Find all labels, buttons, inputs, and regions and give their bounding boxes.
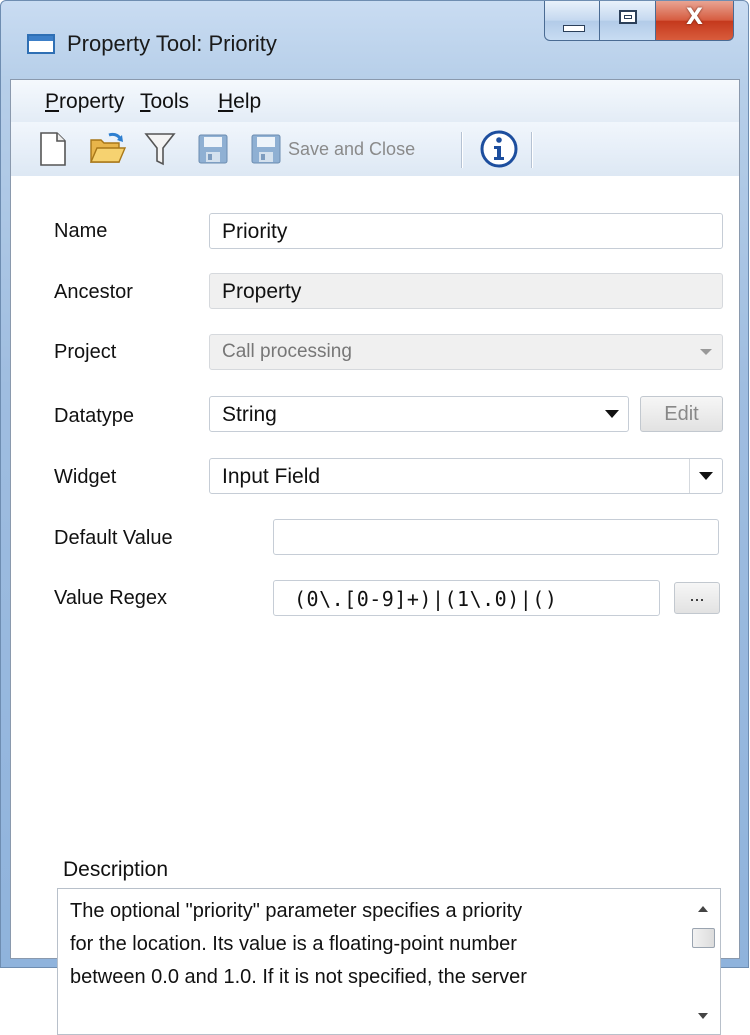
close-icon: X: [686, 5, 703, 30]
save-button[interactable]: [198, 130, 228, 168]
widget-dropdown-arrow-icon[interactable]: [689, 459, 722, 493]
default-value-label: Default Value: [54, 527, 173, 549]
minimize-icon: [563, 25, 585, 32]
datatype-combobox[interactable]: String: [209, 396, 629, 432]
toolbar: Save and Close: [11, 122, 739, 177]
ancestor-label: Ancestor: [54, 281, 133, 303]
project-label: Project: [54, 341, 117, 363]
description-label: Description: [63, 858, 169, 881]
save-icon: [198, 134, 228, 164]
name-label: Name: [54, 220, 108, 242]
project-combobox: Call processing: [209, 334, 723, 370]
new-button[interactable]: [39, 130, 67, 168]
menu-bar: Property Tools Help: [11, 80, 739, 122]
scroll-down-arrow-icon[interactable]: [698, 1013, 708, 1019]
project-value: Call processing: [222, 341, 352, 362]
property-form: Name Priority Ancestor Property Project …: [11, 176, 739, 1035]
menu-property[interactable]: Property: [45, 90, 124, 114]
maximize-icon: [619, 10, 637, 24]
menu-help[interactable]: Help: [218, 90, 261, 114]
save-and-close-label: Save and Close: [288, 138, 416, 159]
title-bar[interactable]: Property Tool: Priority X: [1, 1, 748, 79]
property-tool-window: Property Tool: Priority X Property Tools…: [0, 0, 749, 1035]
open-button[interactable]: [89, 130, 127, 168]
scroll-up-arrow-icon[interactable]: [698, 906, 708, 912]
widget-combobox[interactable]: Input Field: [209, 458, 723, 494]
scroll-thumb[interactable]: [692, 928, 715, 948]
toolbar-separator: [531, 132, 533, 168]
widget-label: Widget: [54, 466, 117, 488]
filter-button[interactable]: [144, 130, 176, 168]
minimize-button[interactable]: [544, 1, 600, 41]
window-controls: X: [544, 1, 734, 43]
open-folder-icon: [89, 132, 127, 163]
window-client: Property Tools Help Save and Close Name …: [10, 79, 740, 1035]
save-close-icon: [251, 134, 281, 164]
new-document-icon: [40, 132, 66, 166]
datatype-dropdown-arrow-icon[interactable]: [596, 397, 628, 431]
window-title: Property Tool: Priority: [67, 31, 277, 56]
datatype-label: Datatype: [54, 405, 135, 427]
description-textarea[interactable]: The optional "priority" parameter specif…: [57, 888, 721, 1035]
value-regex-label: Value Regex: [54, 587, 168, 609]
info-button[interactable]: [479, 130, 519, 168]
name-input[interactable]: Priority: [209, 213, 723, 249]
datatype-edit-button[interactable]: Edit: [640, 396, 723, 432]
description-text: The optional "priority" parameter specif…: [70, 900, 527, 988]
toolbar-separator: [461, 132, 463, 168]
save-and-close-button[interactable]: Save and Close: [251, 130, 415, 168]
maximize-button[interactable]: [600, 1, 656, 41]
widget-value: Input Field: [222, 465, 321, 488]
menu-tools[interactable]: Tools: [140, 90, 189, 114]
value-regex-input[interactable]: (0\.[0-9]+)|(1\.0)|(): [273, 580, 660, 616]
ancestor-field: Property: [209, 273, 723, 309]
default-value-input[interactable]: [273, 519, 719, 555]
project-dropdown-arrow-icon: [690, 335, 722, 369]
description-scrollbar[interactable]: [686, 889, 720, 1034]
filter-icon: [144, 133, 176, 166]
close-button[interactable]: X: [656, 1, 734, 41]
window-icon: [27, 34, 55, 54]
info-icon: [480, 130, 518, 168]
datatype-value: String: [222, 403, 277, 426]
value-regex-browse-button[interactable]: ...: [674, 582, 720, 614]
